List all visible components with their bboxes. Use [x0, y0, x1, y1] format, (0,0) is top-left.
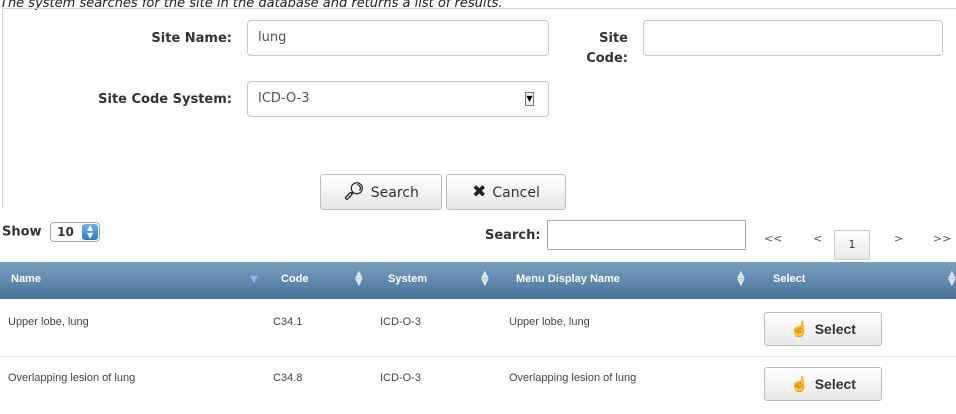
magnifier-icon: 🔎︎ [343, 182, 365, 202]
site-code-label-line1: Site [599, 31, 628, 46]
cell-display-name: Overlapping lesion of lung [509, 372, 637, 384]
pager-prev[interactable]: < [813, 232, 822, 245]
search-button-label: Search [370, 185, 419, 201]
table-row: Upper lobe, lung C34.1 ICD-O-3 Upper lob… [0, 299, 956, 357]
hand-pointer-icon: ☝ [790, 376, 809, 393]
table-search-label: Search: [485, 228, 541, 243]
table-header: Name ▼ Code ▲ ▼ System ▲ ▼ Menu Display Na… [0, 262, 956, 299]
cell-code: C34.1 [273, 316, 303, 328]
site-code-input[interactable] [643, 20, 943, 56]
cell-code: C34.8 [273, 372, 303, 384]
x-icon: ✖ [472, 182, 487, 202]
cell-system: ICD-O-3 [380, 372, 421, 384]
page-size-value: 10 [57, 225, 74, 239]
cell-name: Upper lobe, lung [8, 316, 89, 328]
sort-icon: ▲ ▼ [948, 269, 956, 288]
site-code-label-line2: Code: [586, 51, 628, 66]
search-button[interactable]: 🔎︎ Search [320, 174, 442, 210]
col-header-display-name[interactable]: Menu Display Name [516, 273, 620, 285]
cancel-button[interactable]: ✖ Cancel [446, 174, 566, 210]
col-header-system[interactable]: System [388, 273, 427, 285]
site-code-system-value: ICD-O-3 [258, 91, 310, 106]
cell-name: Overlapping lesion of lung [8, 372, 136, 384]
page-size-select[interactable]: 10 ▲ ▼ [50, 222, 101, 242]
sort-icon: ▲ ▼ [481, 269, 489, 288]
select-button-label: Select [814, 376, 856, 392]
col-header-select[interactable]: Select [773, 273, 805, 285]
select-button[interactable]: ☝ Select [764, 367, 882, 401]
site-name-input[interactable]: lung [247, 20, 549, 56]
col-header-name[interactable]: Name [11, 273, 41, 285]
col-header-code[interactable]: Code [281, 273, 309, 285]
select-button-label: Select [814, 321, 856, 337]
pager-next[interactable]: > [894, 232, 903, 245]
sort-desc-icon: ▼ [250, 274, 258, 285]
cell-display-name: Upper lobe, lung [509, 316, 590, 328]
sort-icon: ▲ ▼ [355, 269, 363, 288]
cell-system: ICD-O-3 [380, 316, 421, 328]
chevron-down-icon: ▼ [525, 92, 534, 106]
table-search-input[interactable] [547, 220, 746, 250]
site-name-label: Site Name: [151, 31, 232, 46]
sort-icon: ▲ ▼ [737, 269, 745, 288]
pager-first[interactable]: << [764, 232, 782, 245]
table-row: Overlapping lesion of lung C34.8 ICD-O-3… [0, 357, 956, 414]
site-code-system-label: Site Code System: [98, 92, 232, 107]
pager-last[interactable]: >> [933, 232, 951, 245]
pager-current-page[interactable]: 1 [834, 230, 870, 260]
cancel-button-label: Cancel [492, 185, 540, 201]
select-button[interactable]: ☝ Select [764, 312, 882, 346]
spinner-icon: ▲ ▼ [82, 224, 99, 240]
hand-pointer-icon: ☝ [790, 321, 809, 338]
site-code-system-select[interactable]: ICD-O-3 ▼ [247, 81, 549, 117]
show-label: Show [2, 224, 42, 240]
page-size-control: Show 10 ▲ ▼ [2, 222, 101, 242]
